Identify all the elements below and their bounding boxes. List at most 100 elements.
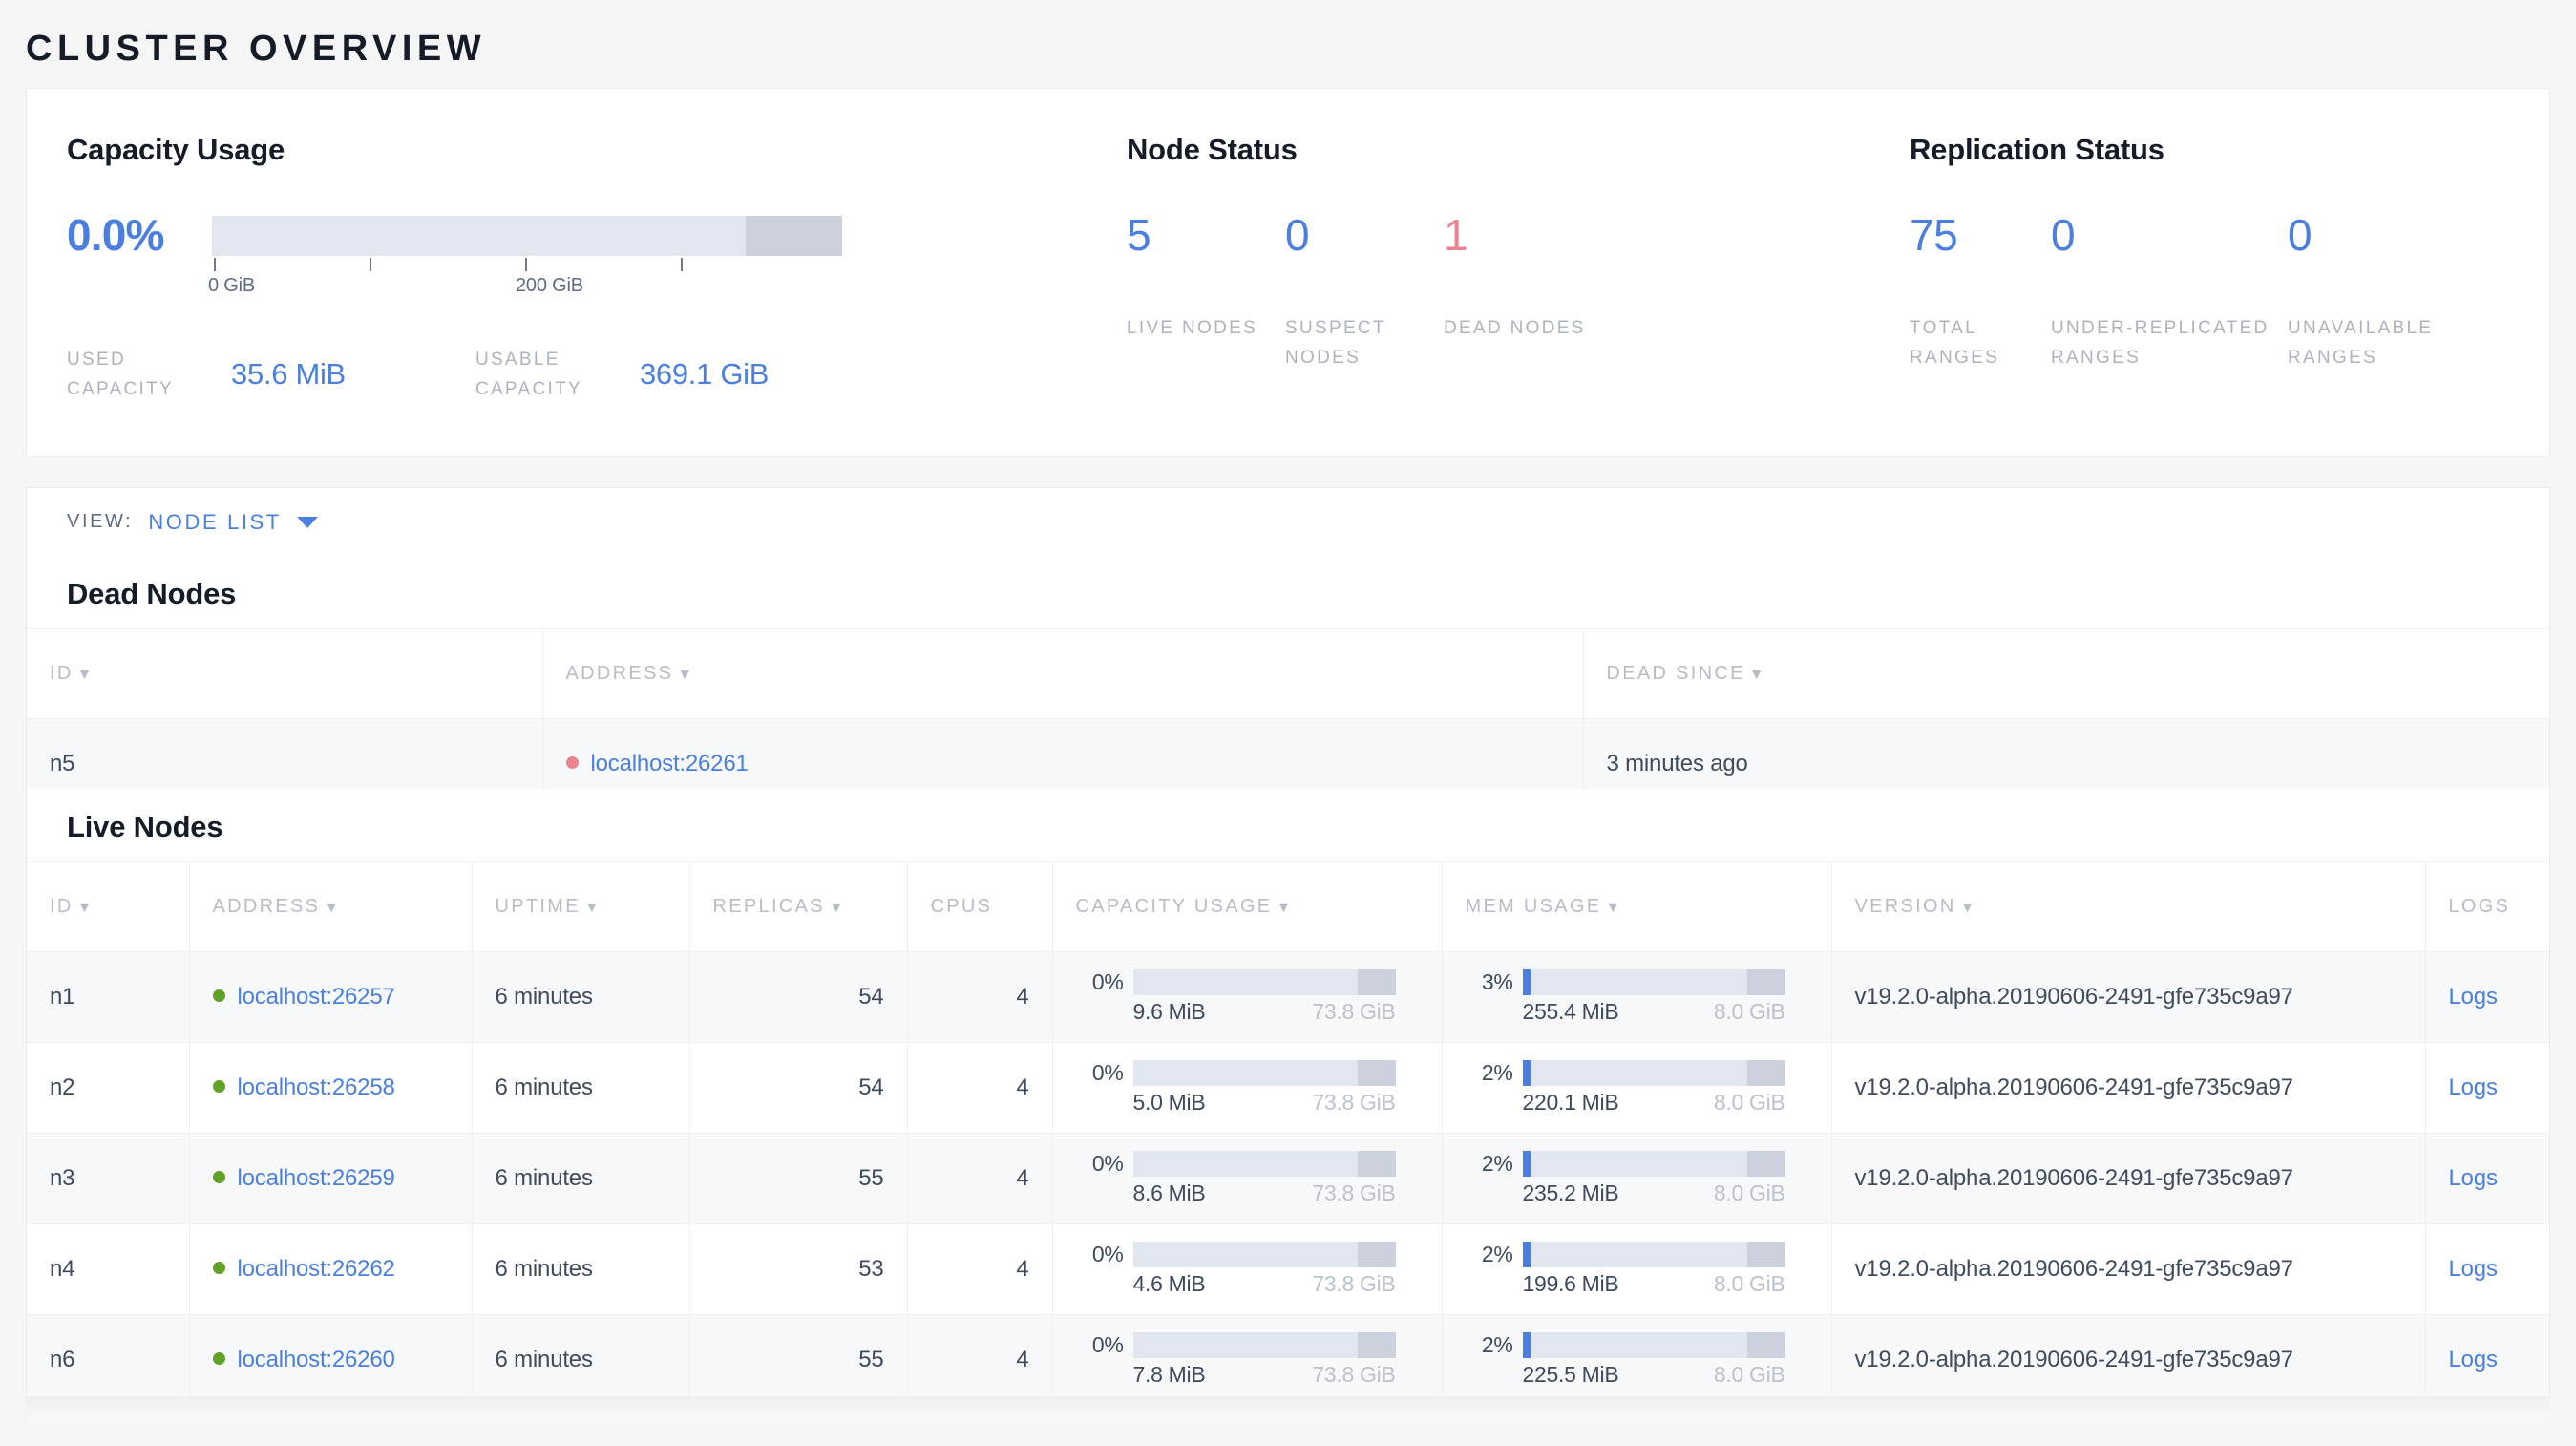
logs-link[interactable]: Logs bbox=[2449, 1165, 2498, 1191]
live-cell-cpus: 4 bbox=[907, 1133, 1053, 1224]
sort-desc-icon: ▼ bbox=[1276, 900, 1294, 916]
capacity-usage-used: 5.0 MiB bbox=[1132, 1090, 1206, 1115]
live-col-version-label: VERSION bbox=[1854, 896, 1956, 917]
live-nodes-section: Live Nodes ID ▼ ADDRESS ▼ UPTIME ▼ REPLICAS… bbox=[26, 789, 2550, 1406]
live-cell-capacity-usage: 0% 9.6 MiB 73.8 GiB bbox=[1052, 951, 1443, 1043]
used-capacity-stat: USED CAPACITY 35.6 MiB bbox=[67, 345, 346, 404]
table-row: n2 localhost:26258 6 minutes 54 4 0% 5.0 MiB 73… bbox=[27, 1042, 2549, 1134]
dead-col-dead-since[interactable]: DEAD SINCE ▼ bbox=[1583, 628, 2549, 719]
live-cell-mem-usage: 2% 220.1 MiB 8.0 GiB bbox=[1442, 1042, 1832, 1134]
live-cell-cpus: 4 bbox=[907, 1223, 1053, 1315]
logs-link[interactable]: Logs bbox=[2449, 1256, 2498, 1282]
capacity-usage-gauge: 0% 5.0 MiB 73.8 GiB bbox=[1076, 1060, 1419, 1116]
node-address-link[interactable]: localhost:26262 bbox=[238, 1256, 395, 1282]
live-cell-logs: Logs bbox=[2425, 1223, 2549, 1315]
capacity-usage-title: Capacity Usage bbox=[67, 133, 285, 166]
mem-usage-used: 220.1 MiB bbox=[1522, 1090, 1619, 1115]
capacity-axis-ticks bbox=[212, 258, 842, 275]
node-address-link[interactable]: localhost:26257 bbox=[238, 984, 395, 1010]
node-address-link[interactable]: localhost:26258 bbox=[238, 1074, 395, 1100]
live-col-replicas-label: REPLICAS bbox=[712, 896, 825, 917]
capacity-usage-used: 7.8 MiB bbox=[1132, 1362, 1206, 1388]
capacity-usage-reserved bbox=[1357, 1151, 1396, 1177]
mem-usage-total: 8.0 GiB bbox=[1713, 1180, 1785, 1205]
capacity-usage-track bbox=[1132, 1060, 1396, 1086]
live-cell-address: localhost:26259 bbox=[189, 1133, 473, 1224]
live-col-replicas[interactable]: REPLICAS ▼ bbox=[689, 861, 908, 952]
live-cell-uptime: 6 minutes bbox=[472, 1133, 690, 1224]
live-cell-capacity-usage: 0% 4.6 MiB 73.8 GiB bbox=[1052, 1223, 1443, 1315]
live-cell-mem-usage: 2% 225.5 MiB 8.0 GiB bbox=[1442, 1314, 1832, 1406]
capacity-usage-percent: 0% bbox=[1091, 969, 1124, 994]
sort-desc-icon: ▼ bbox=[1959, 900, 1977, 916]
live-col-version[interactable]: VERSION ▼ bbox=[1831, 861, 2426, 952]
node-status-stat-label: SUSPECT NODES bbox=[1285, 318, 1386, 368]
live-col-address[interactable]: ADDRESS ▼ bbox=[189, 861, 473, 952]
replication-status-stat-label: TOTAL RANGES bbox=[1910, 318, 2000, 368]
summary-card: Capacity Usage 0.0% 0 GiB 200 GiB USED C… bbox=[26, 88, 2550, 457]
capacity-usage-percent: 0% bbox=[1091, 1151, 1124, 1176]
capacity-axis-tick bbox=[214, 258, 216, 271]
live-cell-capacity-usage: 0% 8.6 MiB 73.8 GiB bbox=[1052, 1133, 1443, 1224]
logs-link[interactable]: Logs bbox=[2449, 984, 2498, 1010]
live-cell-version: v19.2.0-alpha.20190606-2491-gfe735c9a97 bbox=[1831, 1042, 2426, 1134]
view-selector-bar: VIEW: NODE LIST bbox=[26, 487, 2550, 556]
chevron-down-icon[interactable] bbox=[296, 516, 318, 528]
node-status-stat-label: LIVE NODES bbox=[1127, 318, 1258, 338]
capacity-usage-track bbox=[1132, 969, 1396, 995]
live-cell-id: n6 bbox=[27, 1314, 190, 1406]
dead-col-address-label: ADDRESS bbox=[565, 663, 674, 684]
mem-usage-track bbox=[1522, 1242, 1785, 1267]
dead-col-id[interactable]: ID ▼ bbox=[27, 628, 543, 719]
capacity-usage-track bbox=[1132, 1332, 1396, 1359]
dead-col-dead-since-label: DEAD SINCE bbox=[1606, 663, 1745, 684]
live-col-capacity-usage[interactable]: CAPACITY USAGE ▼ bbox=[1052, 861, 1443, 952]
view-selector-value[interactable]: NODE LIST bbox=[148, 510, 282, 535]
capacity-usage-panel: Capacity Usage 0.0% 0 GiB 200 GiB USED C… bbox=[27, 89, 1127, 456]
live-cell-replicas: 54 bbox=[689, 1042, 908, 1134]
used-capacity-label: USED CAPACITY bbox=[67, 350, 175, 399]
usable-capacity-stat: USABLE CAPACITY 369.1 GiB bbox=[475, 345, 769, 404]
logs-link[interactable]: Logs bbox=[2449, 1074, 2498, 1100]
live-col-id[interactable]: ID ▼ bbox=[27, 861, 190, 952]
live-col-capacity-usage-label: CAPACITY USAGE bbox=[1075, 896, 1273, 917]
live-col-uptime[interactable]: UPTIME ▼ bbox=[472, 861, 690, 952]
dead-col-address[interactable]: ADDRESS ▼ bbox=[542, 628, 1584, 719]
capacity-usage-used: 9.6 MiB bbox=[1132, 999, 1206, 1024]
live-cell-uptime: 6 minutes bbox=[472, 1223, 690, 1315]
logs-link[interactable]: Logs bbox=[2449, 1347, 2498, 1372]
mem-usage-used: 225.5 MiB bbox=[1522, 1362, 1619, 1388]
live-cell-cpus: 4 bbox=[907, 1042, 1053, 1134]
mem-usage-used: 255.4 MiB bbox=[1522, 999, 1619, 1024]
page-title: CLUSTER OVERVIEW bbox=[26, 29, 487, 69]
live-col-mem-usage-label: MEM USAGE bbox=[1465, 896, 1602, 917]
replication-status-stat-1: 0 UNDER-REPLICATED RANGES bbox=[2051, 210, 2288, 368]
replication-status-stat-label: UNDER-REPLICATED RANGES bbox=[2051, 318, 2270, 368]
mem-usage-total: 8.0 GiB bbox=[1713, 1362, 1785, 1388]
node-status-stat-label: DEAD NODES bbox=[1444, 318, 1586, 338]
capacity-usage-bar bbox=[212, 216, 842, 256]
dead-nodes-header-row: ID ▼ ADDRESS ▼ DEAD SINCE ▼ bbox=[27, 628, 2549, 719]
capacity-usage-track bbox=[1132, 1242, 1396, 1267]
mem-usage-fill bbox=[1522, 1151, 1531, 1177]
live-cell-capacity-usage: 0% 5.0 MiB 73.8 GiB bbox=[1052, 1042, 1443, 1134]
mem-usage-used: 199.6 MiB bbox=[1522, 1271, 1619, 1296]
cluster-overview-page: CLUSTER OVERVIEW Capacity Usage 0.0% 0 G… bbox=[0, 0, 2576, 1446]
live-cell-logs: Logs bbox=[2425, 1042, 2549, 1134]
live-cell-uptime: 6 minutes bbox=[472, 1314, 690, 1406]
live-cell-uptime: 6 minutes bbox=[472, 951, 690, 1043]
mem-usage-used: 235.2 MiB bbox=[1522, 1180, 1619, 1205]
mem-usage-gauge: 2% 225.5 MiB 8.0 GiB bbox=[1466, 1332, 1808, 1388]
node-address-link[interactable]: localhost:26260 bbox=[238, 1347, 395, 1372]
live-col-cpus[interactable]: CPUS bbox=[907, 861, 1053, 952]
mem-usage-percent: 2% bbox=[1481, 1242, 1513, 1266]
live-cell-cpus: 4 bbox=[907, 1314, 1053, 1406]
node-address-link[interactable]: localhost:26261 bbox=[591, 751, 749, 776]
live-cell-address: localhost:26257 bbox=[189, 951, 473, 1043]
mem-usage-total: 8.0 GiB bbox=[1713, 999, 1785, 1024]
node-address-link[interactable]: localhost:26259 bbox=[238, 1165, 395, 1191]
live-col-mem-usage[interactable]: MEM USAGE ▼ bbox=[1442, 861, 1832, 952]
capacity-axis-tick bbox=[525, 258, 527, 271]
capacity-usage-percent: 0% bbox=[1091, 1332, 1124, 1358]
mem-usage-gauge: 3% 255.4 MiB 8.0 GiB bbox=[1466, 969, 1808, 1025]
